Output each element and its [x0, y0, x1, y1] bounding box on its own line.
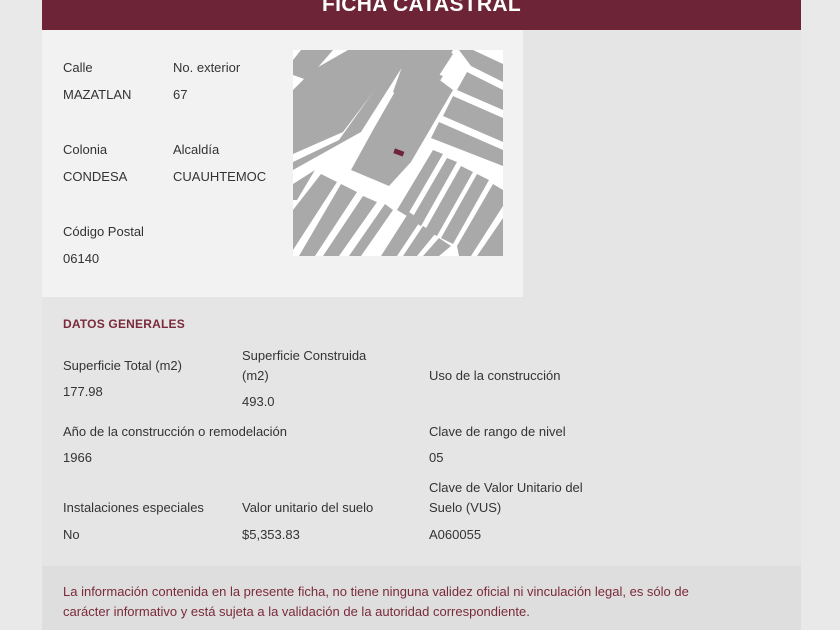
colonia-label: Colonia: [63, 142, 108, 157]
disclaimer-line-1: La información contenida en la presente …: [63, 584, 689, 599]
header-bar: FICHA CATASTRAL: [42, 0, 801, 30]
instalaciones-especiales-value: No: [63, 527, 80, 542]
valor-unitario-suelo-label: Valor unitario del suelo: [242, 500, 374, 515]
numero-exterior-label: No. exterior: [173, 60, 241, 75]
instalaciones-especiales-label: Instalaciones especiales: [63, 500, 204, 515]
uso-construccion-label: Uso de la construcción: [429, 368, 561, 383]
map-svg: [293, 50, 503, 256]
cadastral-map[interactable]: [293, 50, 503, 256]
superficie-total-label: Superficie Total (m2): [63, 358, 182, 373]
codigo-postal-label: Código Postal: [63, 224, 144, 239]
calle-value: MAZATLAN: [63, 87, 132, 102]
alcaldia-value: CUAUHTEMOC: [173, 169, 267, 184]
alcaldia-label: Alcaldía: [173, 142, 220, 157]
colonia-value: CONDESA: [63, 169, 128, 184]
clave-vus-label-1: Clave de Valor Unitario del: [429, 480, 583, 495]
clave-vus-label-2: Suelo (VUS): [429, 500, 502, 515]
ficha-catastral-panel: FICHA CATASTRAL Calle MAZATLAN No. exter…: [42, 0, 801, 630]
page-title: FICHA CATASTRAL: [322, 0, 521, 16]
codigo-postal-value: 06140: [63, 251, 100, 266]
disclaimer-text: La información contenida en la presente …: [63, 582, 783, 622]
superficie-construida-label-1: Superficie Construida: [242, 348, 367, 363]
anio-construccion-label: Año de la construcción o remodelación: [63, 424, 288, 439]
disclaimer-line-2: carácter informativo y está sujeta a la …: [63, 604, 530, 619]
numero-exterior-value: 67: [173, 87, 188, 102]
anio-construccion-value: 1966: [63, 450, 92, 465]
superficie-construida-value: 493.0: [242, 394, 275, 409]
superficie-construida-label-2: (m2): [242, 368, 269, 383]
rango-nivel-value: 05: [429, 450, 444, 465]
disclaimer-box: La información contenida en la presente …: [42, 566, 801, 630]
superficie-total-value: 177.98: [63, 384, 103, 399]
valor-unitario-suelo-value: $5,353.83: [242, 527, 300, 542]
rango-nivel-label: Clave de rango de nivel: [429, 424, 566, 439]
datos-generales-title: DATOS GENERALES: [63, 317, 185, 331]
location-block: Calle MAZATLAN No. exterior 67 Colonia C…: [42, 30, 523, 297]
calle-label: Calle: [63, 60, 93, 75]
clave-vus-value: A060055: [429, 527, 482, 542]
